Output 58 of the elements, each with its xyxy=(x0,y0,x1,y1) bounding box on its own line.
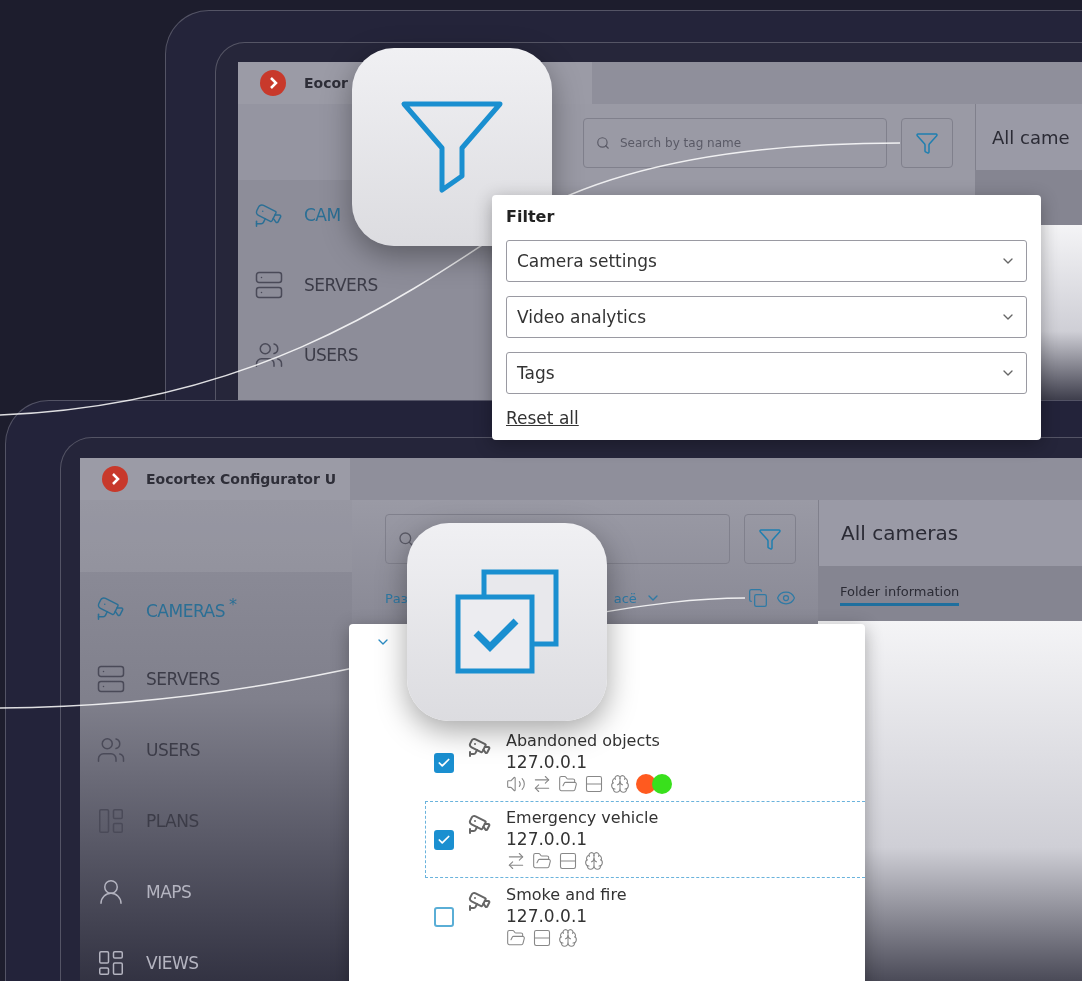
nav-item[interactable]: USERS xyxy=(146,739,201,760)
filter-icon xyxy=(915,131,939,155)
server-icon xyxy=(254,270,284,300)
camera-row[interactable]: Emergency vehicle 127.0.0.1 xyxy=(425,801,865,878)
logo-icon xyxy=(102,466,128,492)
camera-name: Smoke and fire xyxy=(506,885,627,904)
panel-title: All cameras xyxy=(818,500,1082,566)
camera-address: 127.0.0.1 xyxy=(506,829,589,849)
folder-icon xyxy=(506,928,526,948)
camera-icon xyxy=(468,889,492,913)
folder-icon xyxy=(558,774,578,794)
tab[interactable]: Folder information xyxy=(840,584,960,606)
search-icon xyxy=(398,531,414,547)
speaker-icon xyxy=(506,774,526,794)
rows-icon xyxy=(532,928,552,948)
logo-icon xyxy=(260,70,286,96)
popup-title: Filter xyxy=(506,207,556,226)
arrows-icon xyxy=(506,851,526,871)
filter-icon xyxy=(758,527,782,551)
search-icon xyxy=(596,136,610,150)
nav-item[interactable]: SERVERS xyxy=(146,668,220,689)
window-title: Eocor xyxy=(304,75,348,91)
camera-name: Abandoned objects xyxy=(506,731,661,750)
filter-icon xyxy=(400,100,504,194)
brain-icon xyxy=(558,928,578,948)
checkbox[interactable] xyxy=(434,829,454,850)
copy-icon[interactable] xyxy=(748,588,768,608)
filter-button[interactable] xyxy=(901,118,953,168)
search-field[interactable]: Search by tag name xyxy=(583,118,887,168)
reset-link[interactable]: Reset all xyxy=(506,408,579,428)
nav-item[interactable]: MAPS xyxy=(146,881,192,902)
nav-item[interactable]: SERVERS xyxy=(304,275,378,295)
server-icon xyxy=(96,663,126,694)
camera-row[interactable]: Smoke and fire 127.0.0.1 xyxy=(425,878,865,955)
camera-address: 127.0.0.1 xyxy=(506,906,589,926)
nav-item[interactable]: VIEWS xyxy=(146,952,199,973)
rows-icon xyxy=(584,774,604,794)
brain-icon xyxy=(610,774,630,794)
brain-icon xyxy=(584,851,604,871)
window-title: Eocortex Configurator U xyxy=(146,471,337,487)
dropdown[interactable]: Tags xyxy=(506,352,1027,394)
checkbox[interactable] xyxy=(434,752,454,773)
camera-row[interactable]: Abandoned objects 127.0.0.1 xyxy=(425,724,865,801)
camera-name: Emergency vehicle xyxy=(506,808,659,827)
checkbox[interactable] xyxy=(434,906,454,927)
folder-icon xyxy=(532,851,552,871)
users-icon xyxy=(254,340,284,370)
arrows-icon xyxy=(532,774,552,794)
rows-icon xyxy=(558,851,578,871)
dropdown[interactable]: Video analytics xyxy=(506,296,1027,338)
filter-button[interactable] xyxy=(744,514,796,564)
camera-address: 127.0.0.1 xyxy=(506,752,589,772)
camera-icon xyxy=(468,812,492,836)
dropdown[interactable]: Camera settings xyxy=(506,240,1027,282)
checked-squares-icon xyxy=(454,569,560,675)
panel-title: All came xyxy=(975,104,1082,170)
camera-icon xyxy=(468,735,492,759)
nav-item[interactable]: USERS xyxy=(304,345,359,365)
